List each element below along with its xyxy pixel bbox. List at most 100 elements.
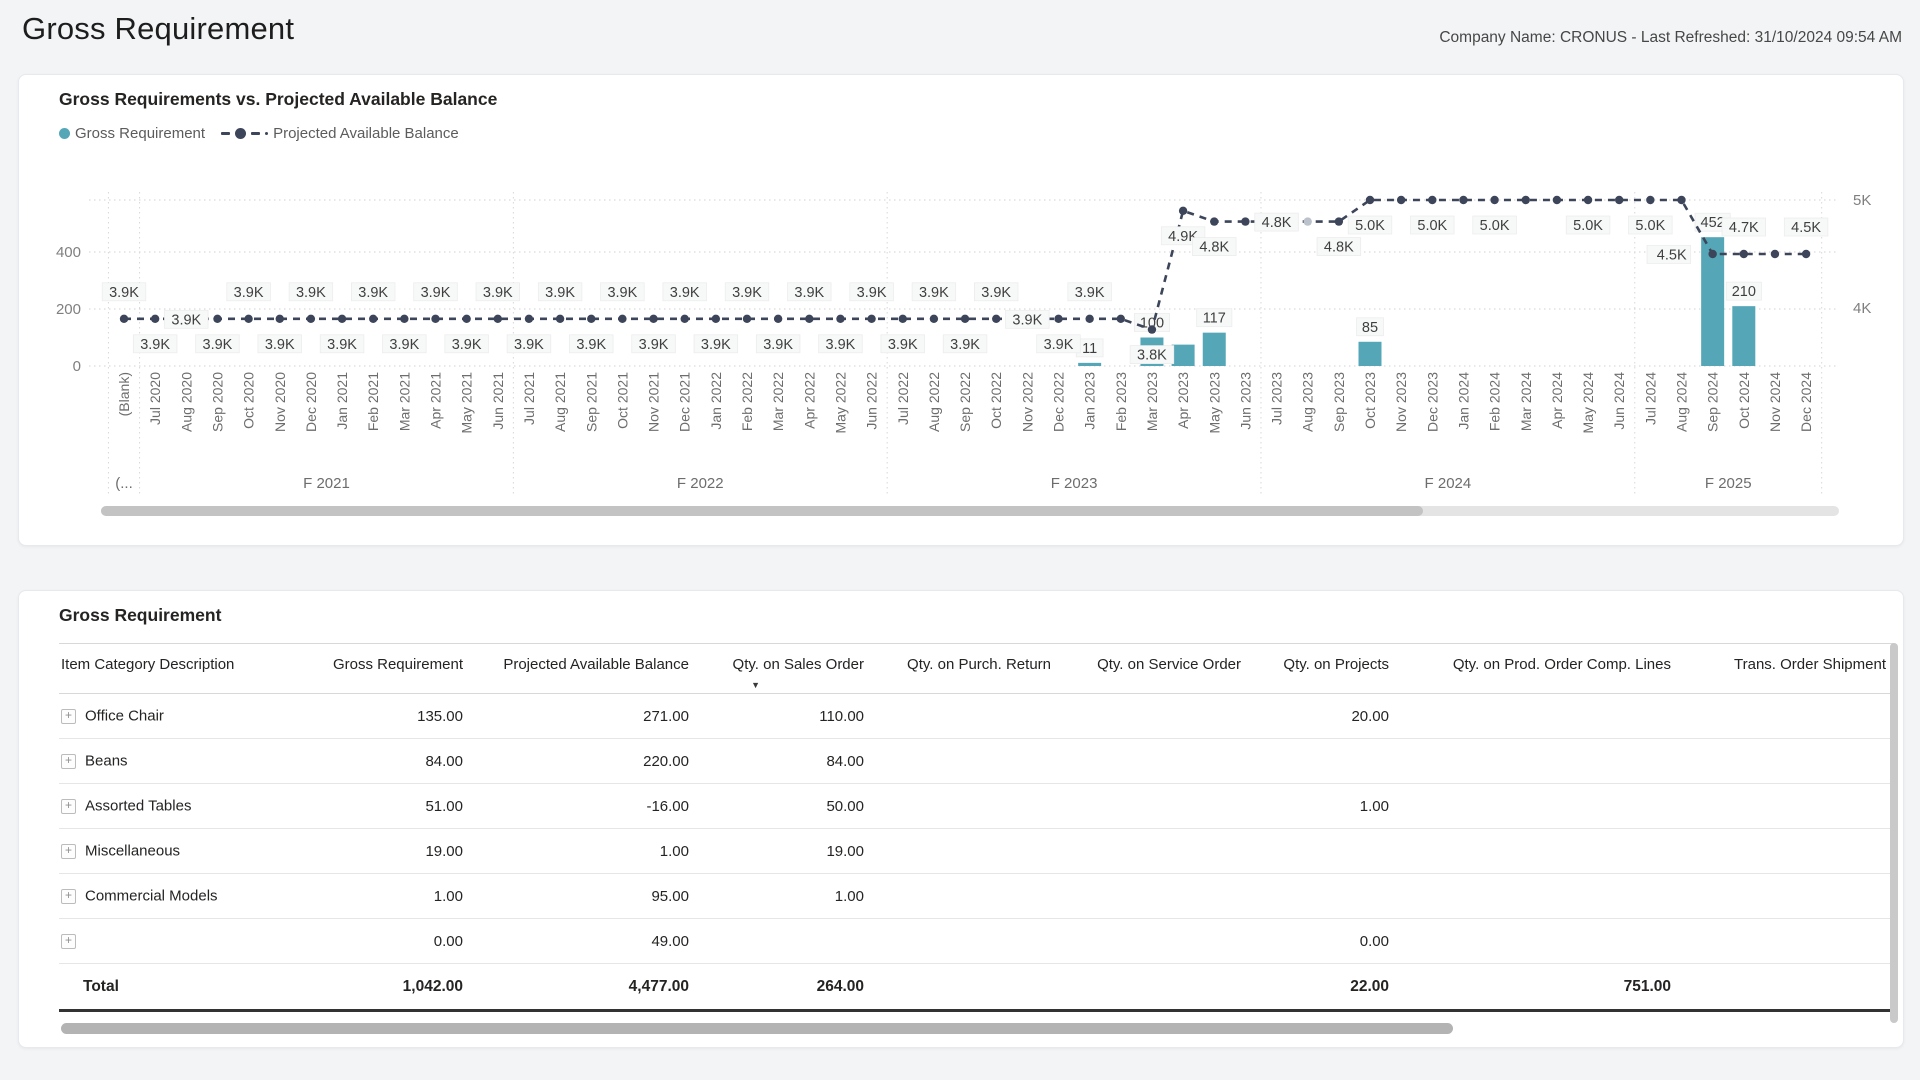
line-data-label: 5.0K <box>1573 218 1603 234</box>
table-cell: 84.00 <box>697 739 872 784</box>
month-axis-label: Oct 2024 <box>1736 372 1752 429</box>
total-cell: 751.00 <box>1397 964 1679 1011</box>
row-label: Miscellaneous <box>85 843 180 860</box>
table-cell: 84.00 <box>309 739 471 784</box>
bar[interactable] <box>1203 333 1226 366</box>
line-point <box>213 315 221 323</box>
column-header-trans-order-shipment[interactable]: Trans. Order Shipment <box>1679 644 1894 694</box>
line-data-label: 3.9K <box>483 285 513 301</box>
line-data-label: 3.9K <box>514 337 544 353</box>
table-row[interactable]: +Miscellaneous19.001.0019.00 <box>59 829 1894 874</box>
month-axis-label: Sep 2022 <box>957 372 973 432</box>
line-point <box>525 315 533 323</box>
legend-line-minidot-icon <box>265 132 268 135</box>
row-label-cell: + Miscellaneous <box>59 829 309 874</box>
line-data-label: 3.9K <box>763 337 793 353</box>
month-axis-label: Nov 2023 <box>1393 372 1409 432</box>
expand-icon[interactable]: + <box>61 934 76 949</box>
line-point <box>1646 196 1654 204</box>
legend-label: Projected Available Balance <box>273 125 459 142</box>
line-point <box>1210 217 1218 225</box>
sort-descending-icon: ▼ <box>751 680 760 690</box>
table-row[interactable]: +0.0049.000.00 <box>59 919 1894 964</box>
table-title: Gross Requirement <box>59 605 221 626</box>
month-axis-label: Jan 2021 <box>334 372 350 430</box>
chart-legend: Gross Requirement Projected Available Ba… <box>59 125 469 142</box>
column-header-item-category-description[interactable]: Item Category Description <box>59 644 309 694</box>
table-cell: 0.00 <box>309 919 471 964</box>
column-header-qty-on-prod-order-comp-lines[interactable]: Qty. on Prod. Order Comp. Lines <box>1397 644 1679 694</box>
bar[interactable] <box>1732 306 1755 366</box>
column-header-gross-requirement[interactable]: Gross Requirement <box>309 644 471 694</box>
table-row[interactable]: +Commercial Models1.0095.001.00 <box>59 874 1894 919</box>
month-axis-label: Oct 2021 <box>614 372 630 429</box>
total-cell: 4,477.00 <box>471 964 697 1011</box>
line-point <box>556 315 564 323</box>
line-point <box>587 315 595 323</box>
table-cell <box>872 919 1059 964</box>
month-axis-label: Feb 2023 <box>1113 372 1129 431</box>
column-header-qty-on-sales-order[interactable]: Qty. on Sales Order▼ <box>697 644 872 694</box>
chart-scrollbar-thumb[interactable] <box>101 506 1423 516</box>
line-point <box>307 315 315 323</box>
line-data-label: 3.9K <box>265 337 295 353</box>
table-cell: 19.00 <box>697 829 872 874</box>
table-cell: 95.00 <box>471 874 697 919</box>
month-axis-label: Mar 2022 <box>770 372 786 431</box>
month-axis-label: Oct 2023 <box>1362 372 1378 429</box>
table-row[interactable]: +Assorted Tables51.00-16.0050.001.00 <box>59 784 1894 829</box>
line-point <box>244 315 252 323</box>
column-header-qty-on-projects[interactable]: Qty. on Projects <box>1249 644 1397 694</box>
expand-icon[interactable]: + <box>61 754 76 769</box>
table-row[interactable]: +Office Chair135.00271.00110.0020.00 <box>59 694 1894 739</box>
chart-title: Gross Requirements vs. Projected Availab… <box>59 89 497 110</box>
table-cell <box>1059 919 1249 964</box>
line-data-label: 4.5K <box>1657 248 1687 264</box>
table-vertical-scrollbar[interactable] <box>1890 643 1898 1023</box>
line-point <box>1085 315 1093 323</box>
column-header-projected-available-balance[interactable]: Projected Available Balance <box>471 644 697 694</box>
table-row[interactable]: +Beans84.00220.0084.00 <box>59 739 1894 784</box>
table-cell: 220.00 <box>471 739 697 784</box>
line-data-label: 3.9K <box>794 285 824 301</box>
table-cell <box>1249 739 1397 784</box>
table-cell <box>1059 874 1249 919</box>
line-data-label: 3.9K <box>701 337 731 353</box>
left-axis-tick: 0 <box>73 358 81 375</box>
month-axis-label: Dec 2023 <box>1424 372 1440 432</box>
table-cell <box>1059 739 1249 784</box>
table-cell: 0.00 <box>1249 919 1397 964</box>
table-cell: 1.00 <box>697 874 872 919</box>
line-data-label: 4.7K <box>1729 220 1759 236</box>
line-data-label: 3.9K <box>919 285 949 301</box>
total-cell <box>1059 964 1249 1011</box>
table-cell <box>1397 739 1679 784</box>
legend-item-projected-available-balance[interactable]: Projected Available Balance <box>221 125 459 142</box>
month-axis-label: Nov 2022 <box>1019 372 1035 432</box>
row-label-cell: +Office Chair <box>59 694 309 739</box>
line-data-label: 3.9K <box>826 337 856 353</box>
column-header-qty-on-service-order[interactable]: Qty. on Service Order <box>1059 644 1249 694</box>
legend-item-gross-requirement[interactable]: Gross Requirement <box>59 125 205 142</box>
month-axis-label: Mar 2024 <box>1518 372 1534 431</box>
expand-icon[interactable]: + <box>61 889 76 904</box>
table-cell <box>697 919 872 964</box>
bar[interactable] <box>1078 363 1101 366</box>
table-cell <box>1397 919 1679 964</box>
table-cell <box>1679 694 1894 739</box>
month-axis-label: Dec 2021 <box>677 372 693 432</box>
expand-icon[interactable]: + <box>61 799 76 814</box>
expand-icon[interactable]: + <box>61 709 76 724</box>
line-data-label: 3.9K <box>358 285 388 301</box>
month-axis-label: Nov 2020 <box>272 372 288 432</box>
table-cell <box>1249 874 1397 919</box>
row-label-cell: +Assorted Tables <box>59 784 309 829</box>
expand-icon[interactable]: + <box>61 844 76 859</box>
column-header-qty-on-purch-return[interactable]: Qty. on Purch. Return <box>872 644 1059 694</box>
line-point <box>712 315 720 323</box>
line-point <box>1802 250 1810 258</box>
projected-balance-line <box>124 200 1806 330</box>
bar[interactable] <box>1359 342 1382 366</box>
bar[interactable] <box>1172 345 1195 366</box>
table-horizontal-scrollbar[interactable] <box>61 1023 1453 1034</box>
